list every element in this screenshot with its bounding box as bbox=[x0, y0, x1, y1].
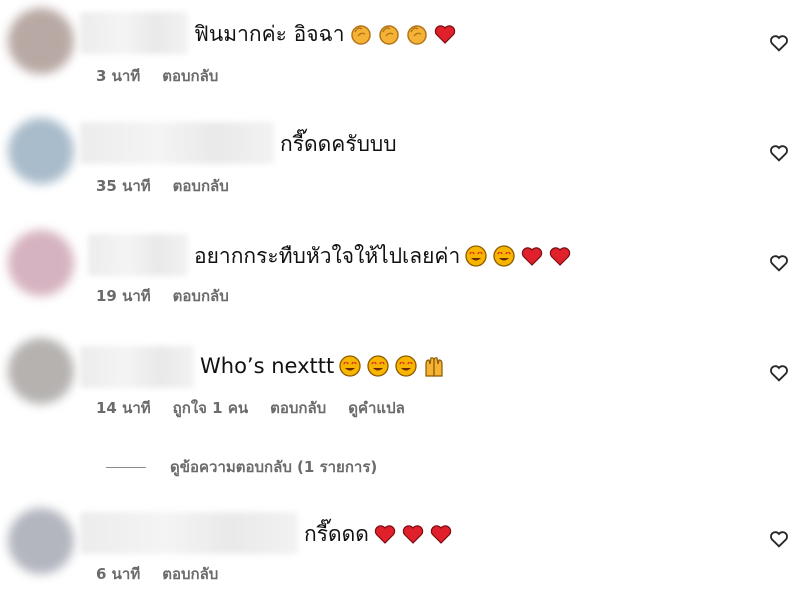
comment-time: 3 นาที bbox=[96, 67, 141, 85]
clap-emoji bbox=[349, 22, 373, 46]
avatar[interactable] bbox=[8, 8, 74, 74]
comment-body: อยากกระทืบหัวใจให้ไปเลยค่า bbox=[194, 244, 461, 268]
avatar[interactable] bbox=[8, 118, 74, 184]
red-heart-emoji bbox=[429, 522, 453, 546]
username-blurred[interactable] bbox=[80, 346, 194, 388]
clap-emoji bbox=[405, 22, 429, 46]
likes-count-link[interactable]: ถูกใจ 1 คน bbox=[173, 398, 248, 418]
translate-link[interactable]: ดูคำแปล bbox=[348, 398, 405, 418]
comment-time: 14 นาที bbox=[96, 399, 151, 417]
reply-link[interactable]: ตอบกลับ bbox=[162, 66, 218, 86]
like-heart-icon[interactable] bbox=[768, 252, 790, 274]
raising-hands-emoji bbox=[422, 354, 446, 378]
comment-body: กรี๊ดดด bbox=[304, 522, 369, 546]
comment-text: ฟินมากค่ะ อิจฉา bbox=[194, 20, 457, 48]
comment-body: ฟินมากค่ะ อิจฉา bbox=[194, 22, 345, 46]
avatar[interactable] bbox=[8, 230, 74, 296]
comment-meta: 6 นาที ตอบกลับ bbox=[96, 564, 218, 584]
heart-eyes-emoji bbox=[366, 354, 390, 378]
comment-time: 19 นาที bbox=[96, 287, 151, 305]
clap-emoji bbox=[377, 22, 401, 46]
heart-eyes-emoji bbox=[394, 354, 418, 378]
reply-link[interactable]: ตอบกลับ bbox=[162, 564, 218, 584]
username-blurred[interactable] bbox=[80, 12, 188, 54]
red-heart-emoji bbox=[401, 522, 425, 546]
comment-body: Who’s nexttt bbox=[200, 354, 335, 378]
comment-time: 6 นาที bbox=[96, 565, 141, 583]
view-replies-label: ดูข้อความตอบกลับ (1 รายการ) bbox=[170, 458, 378, 476]
username-blurred[interactable] bbox=[80, 122, 274, 164]
comment-time: 35 นาที bbox=[96, 177, 151, 195]
reply-link[interactable]: ตอบกลับ bbox=[173, 176, 229, 196]
comment-meta: 35 นาที ตอบกลับ bbox=[96, 176, 229, 196]
comment-text: Who’s nexttt bbox=[200, 352, 446, 380]
comment-text: กรี๊ดดครับบบ bbox=[280, 130, 397, 158]
username-blurred[interactable] bbox=[88, 234, 188, 276]
like-heart-icon[interactable] bbox=[768, 528, 790, 550]
red-heart-emoji bbox=[520, 244, 544, 268]
avatar[interactable] bbox=[8, 508, 74, 574]
like-heart-icon[interactable] bbox=[768, 362, 790, 384]
red-heart-emoji bbox=[433, 22, 457, 46]
comment-body: กรี๊ดดครับบบ bbox=[280, 132, 397, 156]
comment-meta: 19 นาที ตอบกลับ bbox=[96, 286, 229, 306]
heart-eyes-emoji bbox=[492, 244, 516, 268]
like-heart-icon[interactable] bbox=[768, 142, 790, 164]
comment-text: กรี๊ดดด bbox=[304, 520, 453, 548]
comment-text: อยากกระทืบหัวใจให้ไปเลยค่า bbox=[194, 242, 572, 270]
view-replies-link[interactable]: ดูข้อความตอบกลับ (1 รายการ) bbox=[106, 455, 377, 479]
comment-meta: 14 นาที ถูกใจ 1 คน ตอบกลับ ดูคำแปล bbox=[96, 398, 405, 418]
like-heart-icon[interactable] bbox=[768, 32, 790, 54]
heart-eyes-emoji bbox=[338, 354, 362, 378]
red-heart-emoji bbox=[373, 522, 397, 546]
comment-meta: 3 นาที ตอบกลับ bbox=[96, 66, 218, 86]
red-heart-emoji bbox=[548, 244, 572, 268]
divider bbox=[106, 466, 146, 468]
reply-link[interactable]: ตอบกลับ bbox=[173, 286, 229, 306]
username-blurred[interactable] bbox=[80, 512, 298, 554]
avatar[interactable] bbox=[8, 338, 74, 404]
heart-eyes-emoji bbox=[464, 244, 488, 268]
reply-link[interactable]: ตอบกลับ bbox=[270, 398, 326, 418]
